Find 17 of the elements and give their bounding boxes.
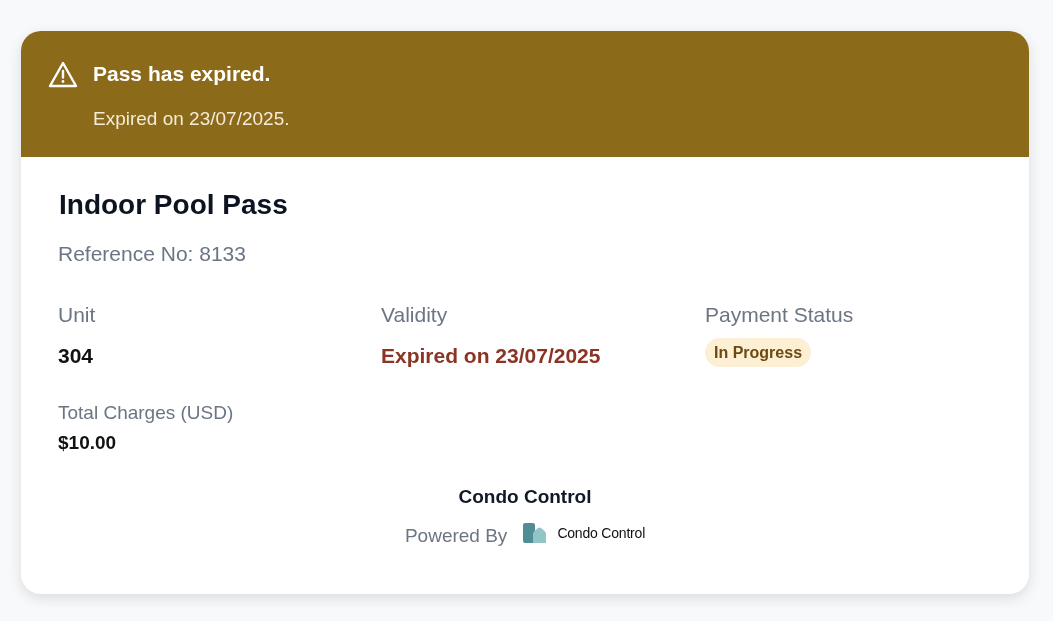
field-label: Unit <box>58 302 96 328</box>
field-value: 304 <box>58 343 94 369</box>
total-value: $10.00 <box>58 431 117 455</box>
logo-icon <box>523 523 547 543</box>
pass-title: Indoor Pool Pass <box>59 188 288 222</box>
warning-icon <box>48 60 78 88</box>
field-value: Expired on 23/07/2025 <box>381 343 601 369</box>
alert-message: Expired on 23/07/2025. <box>93 107 291 131</box>
field-label: Payment Status <box>705 302 854 328</box>
alert-title: Pass has expired. <box>93 61 271 87</box>
reference-number: Reference No: 8133 <box>58 241 246 267</box>
total-label: Total Charges (USD) <box>58 401 234 425</box>
field-label: Validity <box>381 302 448 328</box>
powered-by-label: Powered By <box>404 524 508 548</box>
company-name: Condo Control <box>458 485 592 509</box>
logo-text: Condo Control <box>557 524 646 543</box>
status-badge: In Progress <box>705 337 812 367</box>
